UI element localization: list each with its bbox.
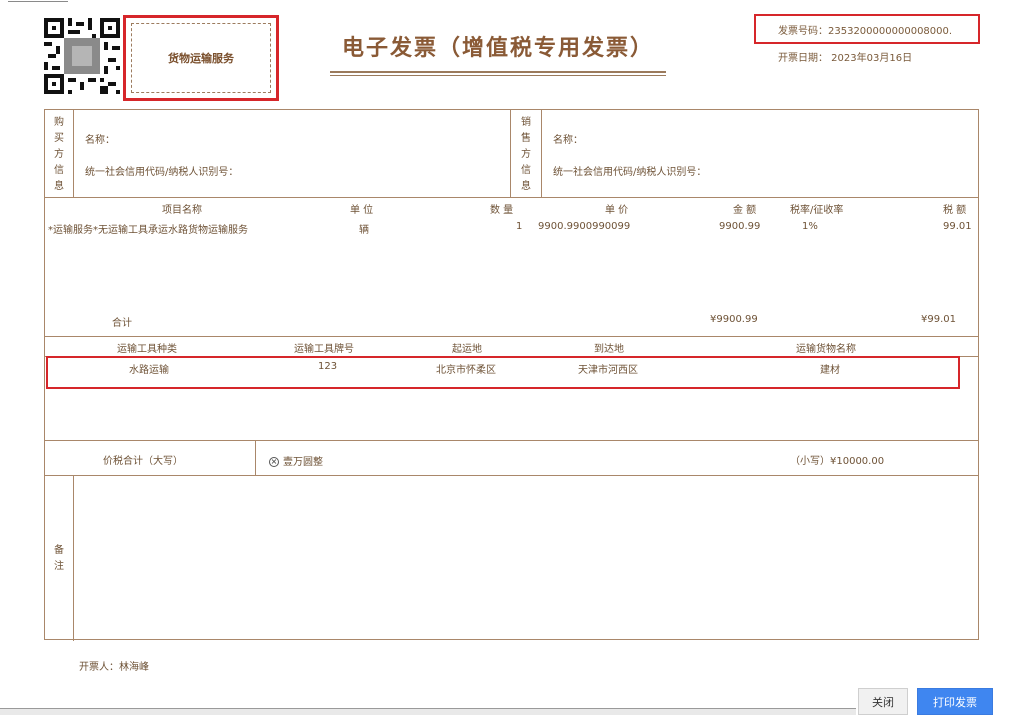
header-amount: 金 额: [733, 205, 757, 216]
buyer-name-label: 名称：: [85, 135, 115, 146]
remarks-label: 备注: [54, 545, 64, 572]
item-tax: 99.01: [943, 221, 972, 232]
window-topbar: [0, 0, 1024, 6]
remarks-divider: [73, 475, 74, 641]
header-tax: 税 额: [943, 205, 967, 216]
item-rate: 1%: [802, 221, 818, 232]
divider-total: [45, 475, 978, 476]
total-divider: [255, 440, 256, 475]
seller-tax-label: 统一社会信用代码/纳税人识别号：: [553, 167, 707, 178]
issuer: 开票人：林海峰: [79, 662, 149, 673]
invoice-seal-stamp: 货物运输服务: [131, 23, 271, 93]
grand-total-upper-text: 壹万圆整: [283, 457, 323, 468]
seller-section-label: 销售方信息: [521, 117, 531, 192]
transport-row-highlight-box: [46, 356, 960, 389]
grand-total-label: 价税合计（大写）: [103, 456, 183, 467]
invoice-number: 发票号码：2353200000000008000.: [778, 26, 953, 37]
seller-name-label: 名称：: [553, 135, 583, 146]
grand-total-lower: （小写）¥10000.00: [790, 456, 885, 467]
item-qty: 1: [516, 221, 523, 232]
total-amount: ¥9900.99: [710, 314, 758, 325]
qr-code: [44, 18, 120, 94]
seller-label-divider: [541, 110, 542, 197]
header-goods: 运输货物名称: [796, 344, 856, 355]
header-item-name: 项目名称: [162, 205, 202, 216]
item-name: *运输服务*无运输工具承运水路货物运输服务: [48, 225, 248, 236]
circle-x-icon: ×: [269, 457, 279, 467]
bottom-taskbar-strip: [0, 708, 856, 715]
close-button[interactable]: 关闭: [858, 688, 908, 715]
print-invoice-button[interactable]: 打印发票: [917, 688, 993, 715]
header-destination: 到达地: [594, 344, 624, 355]
header-origin: 起运地: [452, 344, 482, 355]
stamp-text: 货物运输服务: [168, 52, 234, 65]
divider-transport: [45, 440, 978, 441]
party-divider: [510, 110, 511, 197]
total-tax: ¥99.01: [921, 314, 956, 325]
total-label: 合计: [112, 318, 132, 329]
grand-total-upper: × 壹万圆整: [269, 453, 323, 468]
header-price: 单 价: [605, 205, 629, 216]
invoice-date: 开票日期： 2023年03月16日: [778, 53, 913, 64]
item-price: 9900.9900990099: [538, 221, 631, 232]
buyer-section-label: 购买方信息: [54, 117, 64, 192]
window-title-fragment: [8, 0, 68, 2]
divider-parties: [45, 197, 978, 198]
header-unit: 单 位: [350, 205, 374, 216]
item-amount: 9900.99: [719, 221, 761, 232]
header-rate: 税率/征收率: [790, 205, 844, 216]
divider-items: [45, 336, 978, 337]
stamp-highlight-box: 货物运输服务: [123, 15, 279, 101]
buyer-tax-label: 统一社会信用代码/纳税人识别号：: [85, 167, 239, 178]
header-qty: 数 量: [490, 205, 514, 216]
item-unit: 辆: [359, 225, 369, 236]
header-transport-plate: 运输工具牌号: [294, 344, 354, 355]
title-underline-thin: [330, 75, 666, 76]
header-transport-type: 运输工具种类: [117, 344, 177, 355]
buyer-label-divider: [73, 110, 74, 197]
title-underline: [330, 71, 666, 73]
invoice-title: 电子发票（增值税专用发票）: [341, 35, 654, 61]
